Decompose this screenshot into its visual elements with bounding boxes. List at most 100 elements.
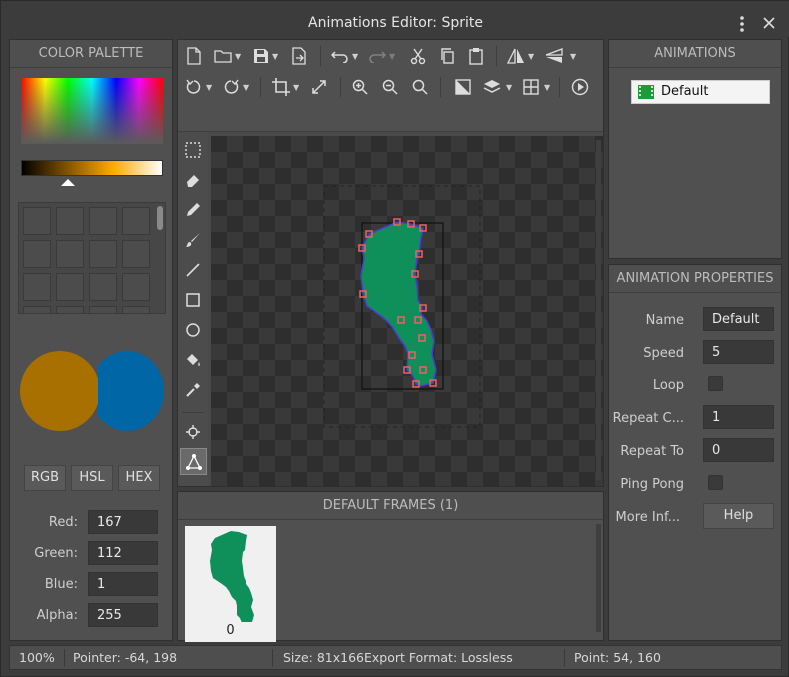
swatch[interactable] xyxy=(89,240,117,268)
close-icon[interactable] xyxy=(761,15,777,31)
redo-dropdown-icon[interactable]: ▼ xyxy=(389,53,397,61)
toolbar-divider xyxy=(320,46,321,66)
resize-icon[interactable] xyxy=(309,77,329,97)
export-icon[interactable] xyxy=(289,46,309,66)
swatch[interactable] xyxy=(122,273,150,301)
animation-list-item[interactable]: Default xyxy=(631,80,770,104)
sprite-canvas[interactable] xyxy=(211,136,603,486)
luminance-slider-thumb[interactable] xyxy=(61,179,75,186)
luminance-slider[interactable] xyxy=(21,160,163,176)
fill-bucket-icon[interactable] xyxy=(183,350,203,370)
ping-pong-label: Ping Pong xyxy=(620,477,684,492)
swatch[interactable] xyxy=(89,207,117,235)
swatch[interactable] xyxy=(89,273,117,301)
speed-field[interactable]: 5 xyxy=(703,340,774,364)
hsl-mode-button[interactable]: HSL xyxy=(71,465,113,491)
loop-label: Loop xyxy=(652,378,684,393)
rect-select-icon[interactable] xyxy=(183,140,203,160)
flip-h-dropdown-icon[interactable]: ▼ xyxy=(528,53,536,61)
copy-icon[interactable] xyxy=(437,46,457,66)
zoom-out-icon[interactable] xyxy=(380,77,400,97)
secondary-color-swatch[interactable] xyxy=(98,351,164,431)
name-field[interactable]: Default xyxy=(703,307,774,331)
zoom-fit-icon[interactable] xyxy=(410,77,430,97)
cut-icon[interactable] xyxy=(408,46,428,66)
flip-horizontal-icon[interactable] xyxy=(506,46,526,66)
toolbar-divider xyxy=(340,77,341,97)
eraser-icon[interactable] xyxy=(183,170,203,190)
layers-dropdown-icon[interactable]: ▼ xyxy=(506,84,514,92)
status-export-format: Export Format: Lossless xyxy=(364,650,513,665)
status-bar: 100% Pointer: -64, 198 Size: 81x166 Expo… xyxy=(9,645,782,670)
frame-thumbnail[interactable]: 0 xyxy=(185,526,276,642)
rotate-left-dropdown-icon[interactable]: ▼ xyxy=(206,84,214,92)
grid-icon[interactable] xyxy=(521,77,541,97)
play-icon[interactable] xyxy=(570,77,590,97)
undo-icon[interactable] xyxy=(330,46,350,66)
line-icon[interactable] xyxy=(183,260,203,280)
origin-icon[interactable] xyxy=(183,422,203,442)
frames-scrollbar[interactable] xyxy=(596,524,601,632)
swatch[interactable] xyxy=(122,306,150,313)
undo-dropdown-icon[interactable]: ▼ xyxy=(352,53,360,61)
editor-window: Animations Editor: Sprite COLOR PALETTE xyxy=(0,0,789,677)
swatch[interactable] xyxy=(56,240,84,268)
rotate-right-dropdown-icon[interactable]: ▼ xyxy=(243,84,251,92)
red-field[interactable]: 167 xyxy=(88,510,158,534)
canvas-vertical-scrollbar[interactable] xyxy=(596,140,601,480)
red-label: Red: xyxy=(48,515,78,530)
swatch[interactable] xyxy=(23,273,51,301)
eyedropper-icon[interactable] xyxy=(183,380,203,400)
swatch[interactable] xyxy=(56,306,84,313)
save-dropdown-icon[interactable]: ▼ xyxy=(272,53,280,61)
transparency-icon[interactable] xyxy=(453,77,473,97)
loop-checkbox[interactable] xyxy=(708,376,723,391)
swatch[interactable] xyxy=(122,207,150,235)
film-strip-icon xyxy=(638,85,654,99)
status-divider xyxy=(564,649,565,667)
open-folder-icon[interactable] xyxy=(213,46,233,66)
flip-v-dropdown-icon[interactable]: ▼ xyxy=(570,53,578,61)
swatch[interactable] xyxy=(23,240,51,268)
rgb-mode-button[interactable]: RGB xyxy=(24,465,66,491)
crop-icon[interactable] xyxy=(271,77,291,97)
primary-color-swatch[interactable] xyxy=(20,351,100,431)
alpha-field[interactable]: 255 xyxy=(88,603,158,627)
grid-dropdown-icon[interactable]: ▼ xyxy=(544,84,552,92)
polygon-tool-button[interactable] xyxy=(180,448,207,475)
save-icon[interactable] xyxy=(251,46,271,66)
hex-mode-button[interactable]: HEX xyxy=(118,465,160,491)
pencil-icon[interactable] xyxy=(183,200,203,220)
rectangle-icon[interactable] xyxy=(183,290,203,310)
repeat-count-field[interactable]: 1 xyxy=(703,405,774,429)
layers-icon[interactable] xyxy=(482,77,502,97)
swatch-scrollbar[interactable] xyxy=(157,206,163,230)
more-options-icon[interactable] xyxy=(737,15,747,33)
swatch[interactable] xyxy=(89,306,117,313)
ping-pong-checkbox[interactable] xyxy=(708,475,723,490)
crop-dropdown-icon[interactable]: ▼ xyxy=(293,84,301,92)
ellipse-icon[interactable] xyxy=(183,320,203,340)
swatch[interactable] xyxy=(122,240,150,268)
swatch[interactable] xyxy=(56,207,84,235)
color-spectrum[interactable] xyxy=(21,78,163,144)
blue-field[interactable]: 1 xyxy=(88,572,158,596)
brush-icon[interactable] xyxy=(183,230,203,250)
green-field[interactable]: 112 xyxy=(88,541,158,565)
swatch[interactable] xyxy=(23,207,51,235)
status-point: Point: 54, 160 xyxy=(574,650,661,665)
paste-icon[interactable] xyxy=(466,46,486,66)
redo-icon[interactable] xyxy=(367,46,387,66)
flip-vertical-icon[interactable] xyxy=(544,46,564,66)
new-file-icon[interactable] xyxy=(184,46,204,66)
open-dropdown-icon[interactable]: ▼ xyxy=(235,53,243,61)
swatch[interactable] xyxy=(23,306,51,313)
rotate-right-icon[interactable] xyxy=(221,77,241,97)
zoom-in-icon[interactable] xyxy=(350,77,370,97)
rotate-left-icon[interactable] xyxy=(184,77,204,97)
swatch[interactable] xyxy=(56,273,84,301)
repeat-to-field[interactable]: 0 xyxy=(703,438,774,462)
status-divider xyxy=(64,649,65,667)
frames-panel: DEFAULT FRAMES (1) 0 xyxy=(177,491,604,642)
help-button[interactable]: Help xyxy=(703,503,774,529)
